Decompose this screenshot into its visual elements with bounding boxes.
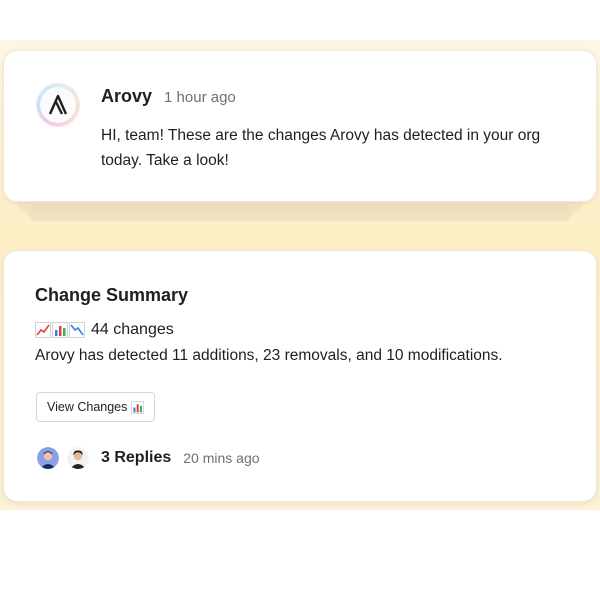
message-card: Arovy 1 hour ago HI, team! These are the… [3, 50, 597, 202]
view-changes-button[interactable]: View Changes [36, 392, 156, 422]
replies-count[interactable]: 3 Replies [101, 449, 171, 467]
chart-increasing-icon [35, 322, 51, 338]
arovy-logo-icon [48, 94, 68, 115]
change-count-row: 44 changes [35, 321, 174, 339]
summary-title: Change Summary [35, 285, 189, 305]
replies-row[interactable]: 3 Replies 20 mins ago [35, 445, 260, 471]
replies-timestamp: 20 mins ago [183, 450, 260, 466]
arovy-logo-avatar [36, 83, 80, 127]
message-text: HI, team! These are the changes Arovy ha… [101, 127, 541, 169]
chart-emoji-group [35, 322, 85, 338]
sender-name[interactable]: Arovy [101, 86, 152, 107]
summary-description: Arovy has detected 11 additions, 23 remo… [35, 347, 503, 364]
bar-chart-icon [131, 400, 145, 414]
message-header: Arovy 1 hour ago [101, 86, 236, 107]
view-changes-label: View Changes [47, 400, 128, 414]
avatar [35, 445, 61, 471]
bar-chart-icon [52, 322, 68, 338]
avatar [65, 445, 91, 471]
chart-decreasing-icon [69, 322, 85, 338]
message-timestamp: 1 hour ago [164, 89, 236, 106]
card-stack-edge [28, 204, 572, 220]
change-count: 44 changes [91, 321, 174, 338]
change-summary-card: Change Summary 44 changes Arovy has dete… [3, 250, 597, 502]
